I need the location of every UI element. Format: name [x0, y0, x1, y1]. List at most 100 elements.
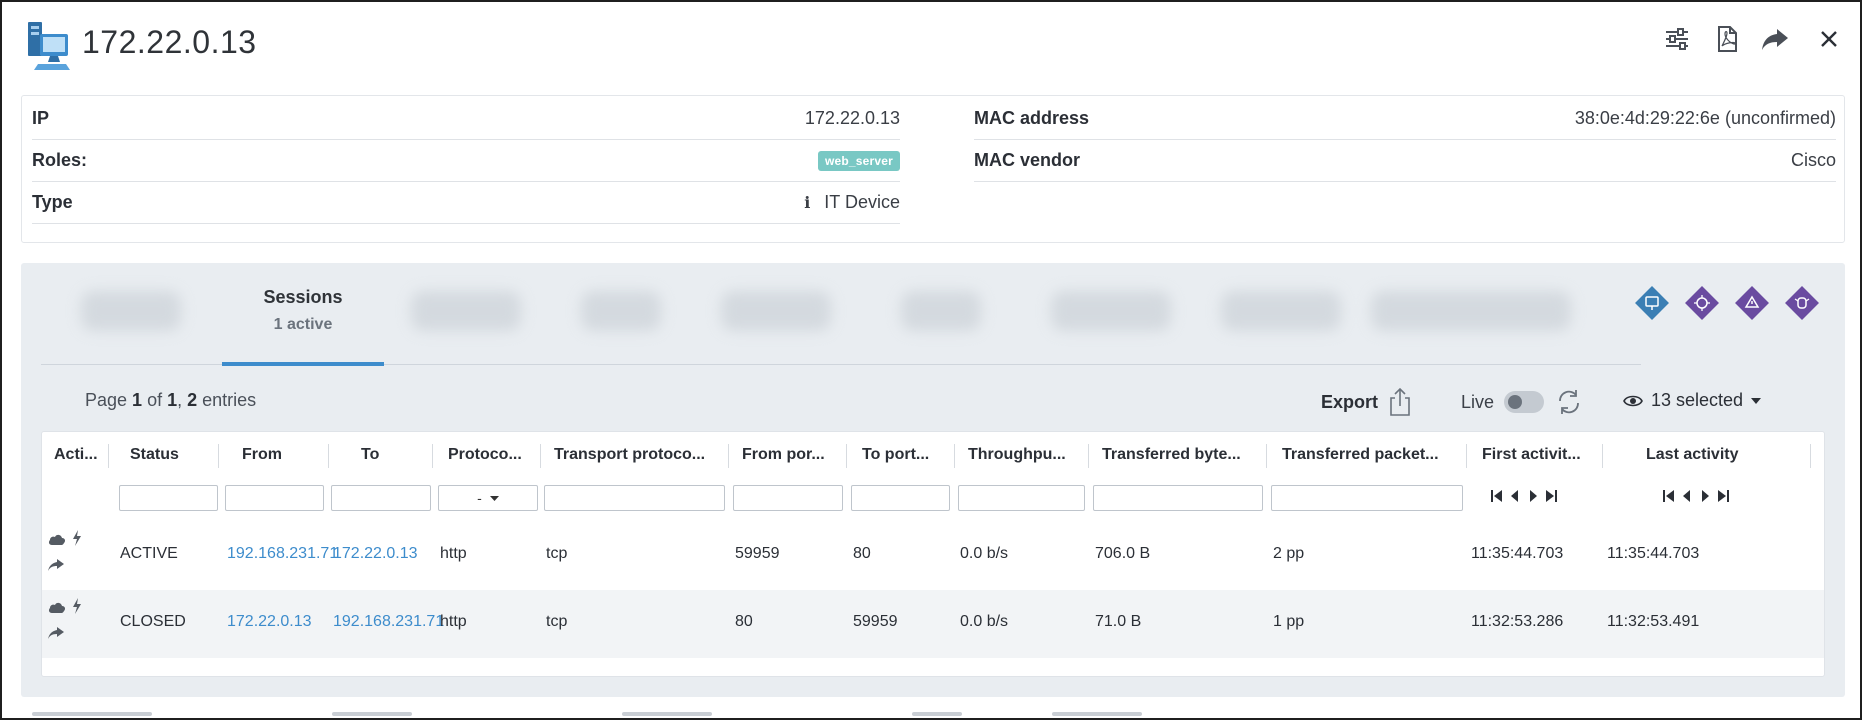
throughput-filter-input[interactable] [958, 485, 1085, 511]
bolt-icon[interactable] [72, 598, 82, 614]
protocol-filter-select[interactable]: - [438, 485, 538, 511]
col-divider [954, 444, 955, 468]
live-toggle[interactable] [1504, 391, 1545, 413]
cell-bytes: 706.0 B [1095, 545, 1151, 562]
alert-diamond-icon[interactable] [1782, 283, 1822, 323]
pager-of: of [142, 390, 168, 410]
device-detail-window: 172.22.0.13 IP 172.22.0.13 Roles: web_se… [0, 0, 1862, 720]
col-divider [1266, 444, 1267, 468]
col-header-status[interactable]: Status [130, 446, 212, 468]
mac-value: 38:0e:4d:29:22:6e (unconfirmed) [1574, 108, 1836, 128]
cell-throughput: 0.0 b/s [960, 545, 1009, 562]
cell-to-link[interactable]: 192.168.231.71 [333, 613, 444, 631]
tab-sessions[interactable]: Sessions 1 active [222, 263, 384, 366]
tab-sessions-label: Sessions [263, 287, 343, 307]
background-content-blurred [32, 712, 1232, 718]
col-header-to[interactable]: To [361, 446, 401, 468]
col-header-packets[interactable]: Transferred packet... [1282, 446, 1450, 468]
live-label: Live [1461, 391, 1495, 412]
col-header-from[interactable]: From [242, 446, 302, 468]
last-activity-nav[interactable] [1662, 488, 1730, 504]
first-page-icon[interactable] [1662, 488, 1676, 504]
last-page-icon[interactable] [1544, 488, 1558, 504]
col-header-from-port[interactable]: From por... [742, 446, 838, 468]
col-header-to-port[interactable]: To port... [862, 446, 948, 468]
pdf-icon[interactable] [1712, 24, 1742, 54]
from-filter-input[interactable] [225, 485, 324, 511]
col-divider [108, 444, 109, 468]
prev-icon[interactable] [1508, 488, 1522, 504]
info-row-vendor: MAC vendor Cisco [974, 140, 1836, 182]
tab-blurred[interactable] [901, 291, 981, 331]
bolt-icon[interactable] [72, 530, 82, 546]
col-header-transport[interactable]: Transport protoco... [554, 446, 724, 468]
table-row[interactable]: ACTIVE 192.168.231.71 172.22.0.13 http t… [42, 522, 1824, 590]
first-page-icon[interactable] [1490, 488, 1504, 504]
network-diamond-icon[interactable] [1632, 283, 1672, 323]
vulnerability-diamond-icon[interactable] [1732, 283, 1772, 323]
share-icon[interactable] [48, 626, 64, 640]
col-header-first-activity[interactable]: First activit... [1482, 446, 1588, 468]
table-row[interactable]: CLOSED 172.22.0.13 192.168.231.71 http t… [42, 590, 1824, 658]
cell-from-link[interactable]: 172.22.0.13 [227, 613, 312, 631]
cell-to-port: 59959 [853, 613, 898, 630]
cell-to-link[interactable]: 172.22.0.13 [333, 545, 418, 563]
col-header-last-activity[interactable]: Last activity [1646, 446, 1756, 468]
cloud-icon[interactable] [48, 532, 66, 546]
cell-protocol: http [440, 545, 467, 562]
export-button[interactable]: Export [1321, 387, 1412, 417]
col-header-bytes[interactable]: Transferred byte... [1102, 446, 1250, 468]
transport-filter-input[interactable] [544, 485, 725, 511]
col-header-protocol[interactable]: Protoco... [448, 446, 530, 468]
prev-icon[interactable] [1680, 488, 1694, 504]
col-header-throughput[interactable]: Throughpu... [968, 446, 1072, 468]
pagination-info: Page 1 of 1, 2 entries [85, 390, 256, 411]
to-filter-input[interactable] [331, 485, 431, 511]
sessions-table: Acti... Status From To Protoco... Transp… [41, 431, 1825, 677]
packets-filter-input[interactable] [1271, 485, 1463, 511]
device-icon [26, 20, 72, 72]
from-port-filter-input[interactable] [733, 485, 843, 511]
column-selector[interactable]: 13 selected [1623, 390, 1762, 411]
share-icon[interactable] [1760, 24, 1790, 54]
col-divider [1602, 444, 1603, 468]
role-badge[interactable]: web_server [817, 150, 900, 171]
tab-panel: Sessions 1 active Page 1 of 1, 2 entries… [21, 263, 1845, 697]
cell-protocol: http [440, 613, 467, 630]
cell-packets: 1 pp [1273, 613, 1305, 630]
col-header-actions[interactable]: Acti... [54, 446, 102, 468]
refresh-icon[interactable] [1554, 387, 1584, 417]
status-filter-input[interactable] [119, 485, 218, 511]
header: 172.22.0.13 [2, 2, 1860, 90]
pager-comma: , [177, 390, 188, 410]
col-divider [218, 444, 219, 468]
tab-blurred[interactable] [1371, 291, 1571, 331]
cell-status: CLOSED [120, 613, 186, 630]
cell-last-activity: 11:35:44.703 [1607, 545, 1700, 562]
last-page-icon[interactable] [1716, 488, 1730, 504]
export-label: Export [1321, 391, 1379, 412]
tab-blurred[interactable] [1051, 291, 1171, 331]
tab-blurred[interactable] [1221, 291, 1341, 331]
eye-icon [1623, 395, 1643, 406]
bytes-filter-input[interactable] [1093, 485, 1263, 511]
first-activity-nav[interactable] [1490, 488, 1558, 504]
info-row-type: Type i IT Device [32, 182, 900, 224]
tab-blurred[interactable] [81, 291, 181, 331]
to-port-filter-input[interactable] [851, 485, 950, 511]
cloud-icon[interactable] [48, 600, 66, 614]
vendor-label: MAC vendor [974, 150, 1081, 170]
col-divider [432, 444, 433, 468]
cell-from-link[interactable]: 192.168.231.71 [227, 545, 338, 563]
cell-last-activity: 11:32:53.491 [1607, 613, 1700, 630]
tab-blurred[interactable] [581, 291, 661, 331]
export-icon [1390, 387, 1410, 416]
close-icon[interactable] [1816, 26, 1842, 52]
tab-blurred[interactable] [721, 291, 831, 331]
next-icon[interactable] [1698, 488, 1712, 504]
settings-sliders-icon[interactable] [1662, 24, 1692, 54]
virus-diamond-icon[interactable] [1682, 283, 1722, 323]
tab-blurred[interactable] [411, 291, 521, 331]
share-icon[interactable] [48, 558, 64, 572]
next-icon[interactable] [1526, 488, 1540, 504]
